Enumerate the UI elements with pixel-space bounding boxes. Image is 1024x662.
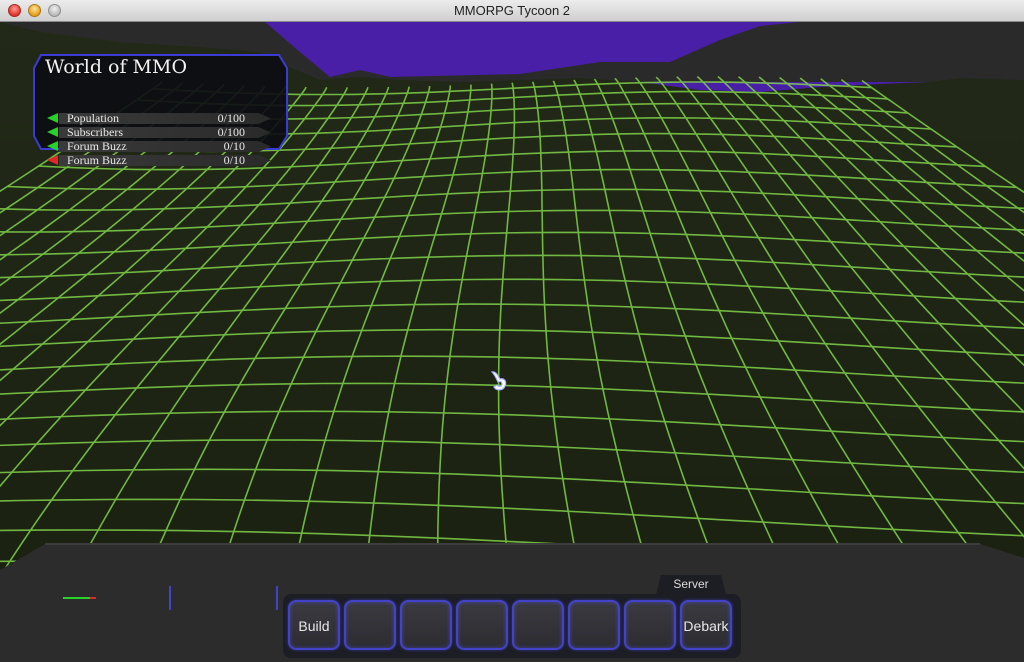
stat-label: Forum Buzz [67,153,127,167]
stat-value: 0/10 [223,153,245,167]
stat-label: Population [67,111,120,125]
stat-label: Subscribers [67,125,123,139]
action-slot-tray: Build Debark [283,594,741,658]
world-stats-panel: World of MMO Population 0/100 Subscribers 0… [33,54,288,167]
empty-slot[interactable] [568,600,620,650]
pointer-hand-icon [490,371,507,391]
trend-arrow-icon [47,113,58,123]
slot-label: Debark [683,618,729,634]
game-viewport[interactable]: World of MMO Population 0/100 Subscribers 0… [0,22,1024,662]
stat-row: Subscribers 0/100 [47,125,275,139]
stat-row: Population 0/100 [47,111,275,125]
trend-arrow-icon [47,127,58,137]
stat-row: Forum Buzz 0/10 [47,153,275,167]
empty-slot[interactable] [624,600,676,650]
server-tab[interactable]: Server [656,575,726,595]
window-title: MMORPG Tycoon 2 [453,3,571,18]
server-tab-label: Server [673,577,709,591]
world-name: World of MMO [45,56,188,78]
stat-value: 0/100 [217,111,245,125]
trend-arrow-icon [47,141,58,151]
empty-slot[interactable] [400,600,452,650]
stat-row: Forum Buzz 0/10 [47,139,275,153]
slot-label: Build [298,618,330,634]
empty-slot[interactable] [512,600,564,650]
trend-arrow-icon [47,155,58,165]
stat-value: 0/100 [217,125,245,139]
window-titlebar: MMORPG Tycoon 2 [0,0,1024,22]
build-button[interactable]: Build [288,600,340,650]
empty-slot[interactable] [344,600,396,650]
empty-slot[interactable] [456,600,508,650]
stat-value: 0/10 [223,139,245,153]
debark-button[interactable]: Debark [680,600,732,650]
stat-label: Forum Buzz [67,139,127,153]
